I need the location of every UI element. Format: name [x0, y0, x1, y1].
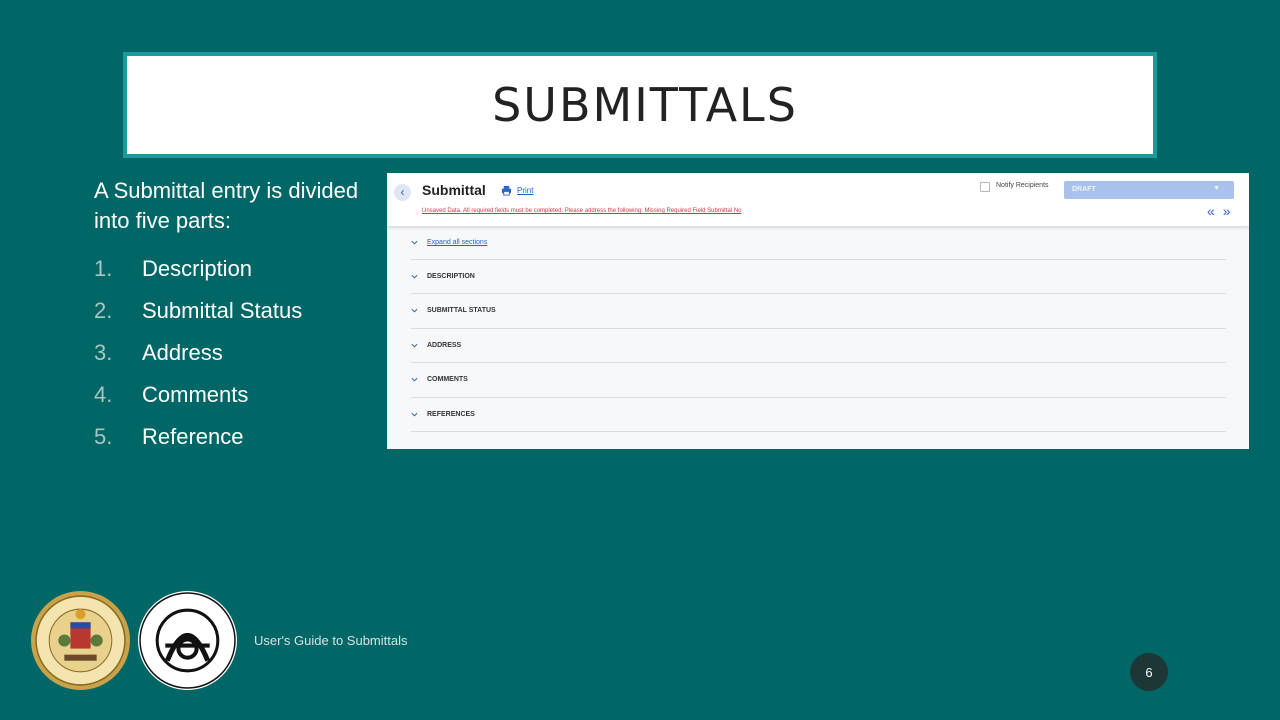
page-number: 6	[1145, 664, 1153, 680]
section-address[interactable]: ADDRESS	[411, 328, 1226, 362]
expand-all-link[interactable]: Expand all sections	[427, 239, 487, 246]
list-item: 1. Description	[94, 248, 302, 290]
section-submittal-status[interactable]: SUBMITTAL STATUS	[411, 293, 1226, 327]
section-label: SUBMITTAL STATUS	[427, 307, 496, 314]
chevron-down-icon	[411, 274, 418, 279]
form-header: ‹ Submittal Print Unsaved Data. All requ…	[387, 173, 1249, 226]
chevron-left-icon: ‹	[400, 185, 405, 199]
section-divider	[411, 431, 1226, 432]
form-title: Submittal	[422, 182, 486, 198]
page-number-badge: 6	[1130, 653, 1168, 691]
status-value: DRAFT	[1072, 186, 1096, 193]
print-link[interactable]: Print	[517, 186, 533, 195]
list-number: 1.	[94, 256, 113, 281]
list-label: Reference	[142, 424, 244, 449]
list-number: 3.	[94, 340, 113, 365]
list-label: Description	[142, 256, 253, 281]
list-number: 5.	[94, 424, 113, 449]
chevron-down-icon	[411, 343, 418, 348]
list-item: 3. Address	[94, 332, 302, 374]
list-item: 2. Submittal Status	[94, 290, 302, 332]
notify-recipients-checkbox[interactable]	[980, 182, 990, 192]
section-label: ADDRESS	[427, 342, 462, 349]
caret-down-icon: ▼	[1213, 185, 1220, 192]
chevron-down-icon	[411, 240, 418, 245]
list-number: 2.	[94, 298, 113, 323]
section-label: DESCRIPTION	[427, 273, 475, 280]
list-item: 4. Comments	[94, 374, 302, 416]
slide-title: SUBMITTALS	[492, 78, 798, 132]
list-label: Submittal Status	[142, 298, 303, 323]
record-navigation: « »	[1207, 204, 1231, 218]
state-seal-logo	[31, 591, 130, 690]
section-label: COMMENTS	[427, 376, 468, 383]
next-record-icon[interactable]: »	[1223, 204, 1231, 218]
list-label: Comments	[142, 382, 249, 407]
validation-warning[interactable]: Unsaved Data. All required fields must b…	[422, 208, 742, 214]
printer-icon[interactable]	[501, 185, 512, 196]
expand-all-row[interactable]: Expand all sections	[411, 239, 487, 246]
parts-list: 1. Description 2. Submittal Status 3. Addre…	[94, 248, 302, 458]
submittal-form-screenshot: ‹ Submittal Print Unsaved Data. All requ…	[387, 173, 1249, 449]
list-number: 4.	[94, 382, 113, 407]
footer-text: User's Guide to Submittals	[254, 633, 408, 648]
chevron-down-icon	[411, 412, 418, 417]
section-references[interactable]: REFERENCES	[411, 397, 1226, 431]
previous-record-icon[interactable]: «	[1207, 204, 1215, 218]
slide-title-box: SUBMITTALS	[123, 52, 1157, 158]
notify-recipients-label: Notify Recipients	[996, 182, 1049, 189]
chevron-down-icon	[411, 308, 418, 313]
section-comments[interactable]: COMMENTS	[411, 362, 1226, 396]
department-of-transportation-logo	[138, 591, 237, 690]
list-item: 5. Reference	[94, 416, 302, 458]
back-button[interactable]: ‹	[394, 184, 411, 201]
section-label: REFERENCES	[427, 411, 475, 418]
section-description[interactable]: DESCRIPTION	[411, 259, 1226, 293]
list-label: Address	[142, 340, 223, 365]
status-dropdown[interactable]: DRAFT ▼	[1064, 181, 1234, 199]
intro-text: A Submittal entry is divided into five p…	[94, 178, 359, 233]
chevron-down-icon	[411, 377, 418, 382]
